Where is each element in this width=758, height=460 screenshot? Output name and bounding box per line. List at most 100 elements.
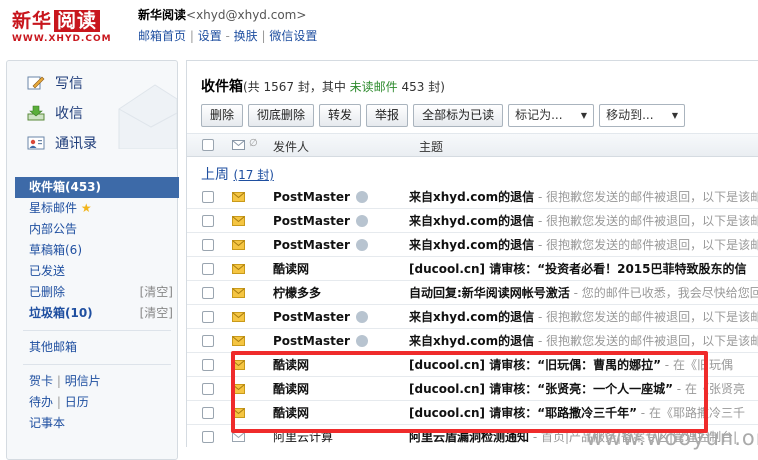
subject-text: 来自xhyd.com的退信 [409, 238, 535, 252]
col-sender[interactable]: 发件人 [273, 138, 309, 155]
logo-box-text: 阅读 [54, 10, 101, 32]
unread-link[interactable]: 未读邮件 [350, 80, 398, 94]
row-checkbox[interactable] [202, 239, 214, 251]
preview-text: - 很抱歉您发送的邮件被退回，以下是该邮件的 [537, 190, 758, 204]
row-checkbox[interactable] [202, 407, 214, 419]
watermark: www.wooyun.org [586, 426, 758, 450]
verified-sender-icon [355, 239, 368, 251]
row-checkbox[interactable] [202, 287, 214, 299]
folder-starred[interactable]: 星标邮件 ★ [15, 198, 179, 219]
write-label: 写信 [55, 76, 83, 92]
contacts-label: 通讯录 [55, 136, 97, 152]
verified-sender-icon [355, 311, 368, 323]
sender-name: PostMaster [273, 233, 368, 257]
subject-text: 来自xhyd.com的退信 [409, 190, 535, 204]
subject-cell[interactable]: 来自xhyd.com的退信 - 很抱歉您发送的邮件被退回，以下是该邮件的 [409, 209, 758, 233]
col-subject[interactable]: 主题 [419, 138, 443, 155]
row-checkbox[interactable] [202, 431, 214, 443]
mark-all-read-button[interactable]: 全部标为已读 [413, 104, 504, 127]
download-arrow-icon [27, 105, 45, 121]
divider [23, 330, 171, 331]
envelope-icon [232, 140, 245, 150]
unread-count: 453 封) [397, 80, 445, 94]
row-checkbox[interactable] [202, 359, 214, 371]
table-row[interactable]: PostMaster 来自xhyd.com的退信 - 很抱歉您发送的邮件被退回，以… [187, 209, 758, 233]
row-checkbox[interactable] [202, 215, 214, 227]
subject-text: 来自xhyd.com的退信 [409, 214, 535, 228]
folder-junk[interactable]: 垃圾箱(10) [清空] [15, 303, 179, 324]
clear-deleted-link[interactable]: [清空] [140, 282, 173, 303]
link-calendar[interactable]: 日历 [65, 395, 89, 409]
subject-text: 来自xhyd.com的退信 [409, 310, 535, 324]
subject-cell[interactable]: 来自xhyd.com的退信 - 很抱歉您发送的邮件被退回，以下是该邮件的 [409, 329, 758, 353]
logo-text: 新华 [12, 10, 53, 32]
preview-text: - 很抱歉您发送的邮件被退回，以下是该邮件的 [537, 334, 758, 348]
row-checkbox[interactable] [202, 191, 214, 203]
subject-cell[interactable]: 来自xhyd.com的退信 - 很抱歉您发送的邮件被退回，以下是该邮件的 [409, 305, 758, 329]
forward-button[interactable]: 转发 [319, 104, 362, 127]
subject-cell[interactable]: 自动回复:新华阅读网帐号激活 - 您的邮件已收悉，我会尽快给您回复 [409, 281, 758, 305]
folder-inbox[interactable]: 收件箱(453) [15, 177, 179, 198]
subject-cell[interactable]: [ducool.cn] 请审核：“投资者必看！2015巴菲特致股东的信 [409, 257, 758, 281]
write-button[interactable]: 写信 [27, 71, 83, 95]
folder-deleted[interactable]: 已删除 [清空] [15, 282, 179, 303]
preview-text: - 您的邮件已收悉，我会尽快给您回复 [569, 286, 758, 300]
unread-envelope-icon [232, 312, 245, 322]
week-count-link[interactable]: (17 封) [233, 168, 273, 182]
chevron-down-icon: ▼ [580, 111, 588, 120]
subject-cell[interactable]: 来自xhyd.com的退信 - 很抱歉您发送的邮件被退回，以下是该邮件的 [409, 233, 758, 257]
link-card[interactable]: 贺卡 [29, 374, 53, 388]
subject-text: 自动回复:新华阅读网帐号激活 [409, 286, 570, 300]
folder-other-mailboxes[interactable]: 其他邮箱 [15, 337, 179, 358]
link-mail-home[interactable]: 邮箱首页 [138, 29, 186, 43]
sender-name: 柠檬多多 [273, 286, 322, 300]
mark-as-select[interactable]: 标记为... ▼ [508, 104, 595, 127]
table-row[interactable]: 柠檬多多 自动回复:新华阅读网帐号激活 - 您的邮件已收悉，我会尽快给您回复 [187, 281, 758, 305]
folder-drafts[interactable]: 草稿箱(6) [15, 240, 179, 261]
table-row[interactable]: PostMaster 来自xhyd.com的退信 - 很抱歉您发送的邮件被退回，以… [187, 185, 758, 209]
link-postcard[interactable]: 明信片 [65, 374, 101, 388]
page-title: 收件箱(共 1567 封，其中 未读邮件 453 封) [201, 76, 445, 96]
site-logo[interactable]: 新华 阅读 WWW.XHYD.COM [12, 6, 132, 44]
table-row[interactable]: PostMaster 来自xhyd.com的退信 - 很抱歉您发送的邮件被退回，以… [187, 305, 758, 329]
link-todo[interactable]: 待办 [29, 395, 53, 409]
permanent-delete-button[interactable]: 彻底删除 [248, 104, 315, 127]
sender-name: PostMaster [273, 329, 368, 353]
link-skin[interactable]: 换肤 [234, 29, 258, 43]
row-checkbox[interactable] [202, 263, 214, 275]
link-settings[interactable]: 设置 [198, 29, 222, 43]
unread-envelope-icon [232, 240, 245, 250]
select-all-checkbox[interactable] [202, 139, 214, 151]
table-row[interactable]: PostMaster 来自xhyd.com的退信 - 很抱歉您发送的邮件被退回，以… [187, 233, 758, 257]
table-row[interactable]: PostMaster 来自xhyd.com的退信 - 很抱歉您发送的邮件被退回，以… [187, 329, 758, 353]
preview-text: - 很抱歉您发送的邮件被退回，以下是该邮件的 [537, 310, 758, 324]
preview-text: - 很抱歉您发送的邮件被退回，以下是该邮件的 [537, 214, 758, 228]
chevron-down-icon: ▼ [671, 111, 679, 120]
contact-card-icon [27, 135, 45, 151]
clear-junk-link[interactable]: [清空] [140, 303, 173, 324]
folder-sent[interactable]: 已发送 [15, 261, 179, 282]
subject-cell[interactable]: 来自xhyd.com的退信 - 很抱歉您发送的邮件被退回，以下是该邮件的 [409, 185, 758, 209]
divider [23, 364, 171, 365]
tools-row-1: 贺卡 | 明信片 [29, 374, 101, 388]
preview-text: - 很抱歉您发送的邮件被退回，以下是该邮件的 [537, 238, 758, 252]
sidebar: 写信 收信 通讯录 收件箱(453) 星标邮件 ★ 内部公告 草稿箱(6) 已发… [6, 60, 179, 460]
move-to-select[interactable]: 移动到... ▼ [599, 104, 686, 127]
receive-button[interactable]: 收信 [27, 101, 83, 125]
folder-announcements[interactable]: 内部公告 [15, 219, 179, 240]
verified-sender-icon [355, 215, 368, 227]
report-button[interactable]: 举报 [366, 104, 409, 127]
read-envelope-icon [232, 432, 245, 442]
link-wechat-settings[interactable]: 微信设置 [269, 29, 317, 43]
contacts-button[interactable]: 通讯录 [27, 131, 97, 155]
delete-button[interactable]: 删除 [201, 104, 244, 127]
row-checkbox[interactable] [202, 335, 214, 347]
unread-envelope-icon [232, 288, 245, 298]
sender-name: PostMaster [273, 185, 368, 209]
link-notebook[interactable]: 记事本 [15, 413, 179, 434]
row-checkbox[interactable] [202, 311, 214, 323]
logo-url: WWW.XHYD.COM [12, 34, 112, 44]
table-row[interactable]: 酷读网 [ducool.cn] 请审核：“投资者必看！2015巴菲特致股东的信 [187, 257, 758, 281]
row-checkbox[interactable] [202, 383, 214, 395]
highlight-box [231, 351, 708, 433]
